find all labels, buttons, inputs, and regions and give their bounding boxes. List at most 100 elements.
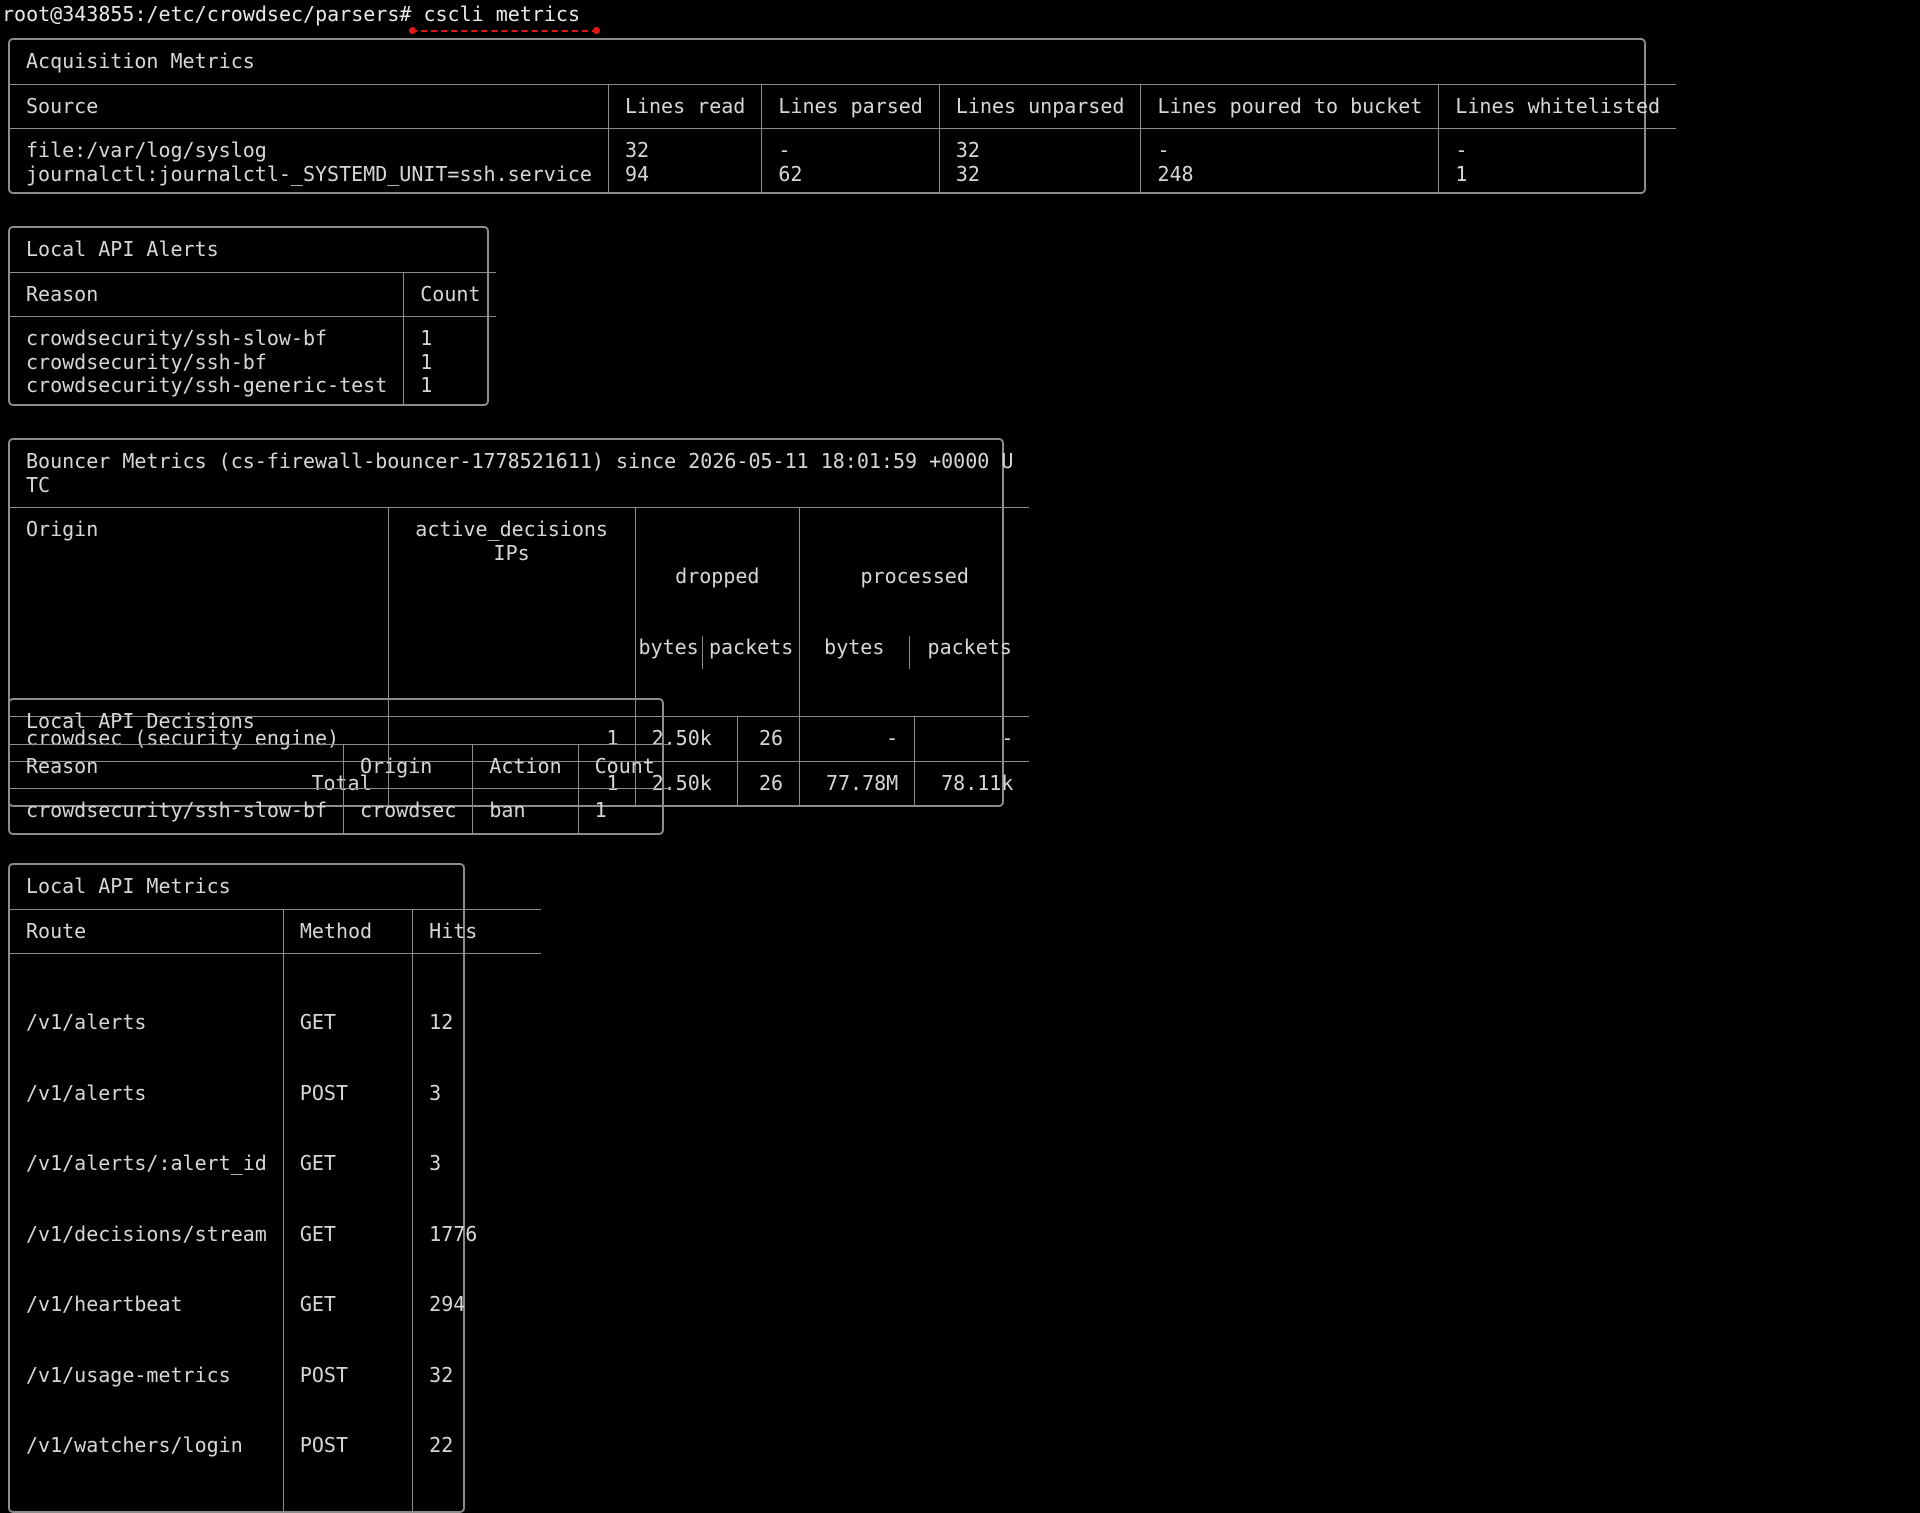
reason-value: crowdsecurity/ssh-slow-bf xyxy=(26,326,328,350)
cell-processed-bytes: - xyxy=(799,716,916,762)
col-header: Reason xyxy=(10,743,345,789)
col-header: Lines whitelisted xyxy=(1438,83,1677,129)
bouncer-title: Bouncer Metrics (cs-firewall-bouncer-177… xyxy=(10,440,1030,508)
route-value: /v1/alerts/:alert_id xyxy=(26,1151,267,1175)
cell-processed-packets: - xyxy=(914,716,1030,762)
reason-value: crowdsecurity/ssh-generic-test xyxy=(26,373,388,397)
hits-value: 12 xyxy=(429,1010,454,1034)
terminal-prompt-line: root@343855:/etc/crowdsec/parsers# cscli… xyxy=(2,2,600,34)
ips-label: IPs xyxy=(493,540,530,565)
lines-unparsed-value: 32 xyxy=(955,138,980,162)
cell-lines-read: 32 94 xyxy=(607,128,763,192)
acquisition-metrics-table: Acquisition Metrics Source Lines read Li… xyxy=(8,38,1677,194)
red-underline-annotation xyxy=(409,27,600,34)
hits-value: 3 xyxy=(429,1151,442,1175)
method-value: GET xyxy=(299,1292,336,1316)
col-header-processed: processed bytes packets xyxy=(799,507,1030,717)
col-header: Lines poured to bucket xyxy=(1140,83,1440,129)
lines-read-value: 94 xyxy=(624,161,650,186)
prompt-text: root@343855:/etc/crowdsec/parsers# xyxy=(2,2,412,26)
col-header-origin: Origin xyxy=(10,507,389,717)
route-value: /v1/decisions/stream xyxy=(26,1221,267,1246)
hits-value: 22 xyxy=(429,1433,454,1457)
col-header: Count xyxy=(403,271,497,317)
cell-dropped-packets: 26 xyxy=(736,716,801,762)
col-header: Action xyxy=(472,743,579,789)
route-value: /v1/alerts xyxy=(26,1010,147,1034)
col-header-active-decisions: active_decisions IPs xyxy=(387,507,636,717)
col-header-dropped: dropped bytes packets xyxy=(634,507,801,717)
cell-origin: crowdsec xyxy=(343,788,474,833)
cell-reason: crowdsecurity/ssh-slow-bf xyxy=(10,788,345,833)
hits-value: 294 xyxy=(429,1292,466,1316)
lines-whitelisted-value: - xyxy=(1455,138,1468,162)
method-value: GET xyxy=(299,1151,336,1175)
count-value: 1 xyxy=(420,326,433,350)
route-value: /v1/alerts xyxy=(26,1080,147,1105)
decisions-title: Local API Decisions xyxy=(10,700,671,745)
lines-whitelisted-value: 1 xyxy=(1455,161,1468,186)
active-decisions-label: active_decisions xyxy=(415,517,608,541)
dropped-bytes-label: bytes xyxy=(638,634,699,659)
count-value: 1 xyxy=(420,373,433,397)
cell-source: file:/var/log/syslog journalctl:journalct… xyxy=(10,128,609,192)
route-value: /v1/watchers/login xyxy=(26,1433,243,1457)
dropped-label: dropped xyxy=(675,564,760,588)
bouncer-title-line: Bouncer Metrics (cs-firewall-bouncer-177… xyxy=(26,449,1014,473)
lines-poured-value: 248 xyxy=(1157,161,1194,186)
hits-value: 3 xyxy=(429,1080,442,1105)
method-value: POST xyxy=(299,1362,348,1387)
local-api-alerts-table: Local API Alerts Reason Count crowdsecur… xyxy=(8,226,497,406)
processed-packets-label: packets xyxy=(927,634,1012,659)
cell-route: /v1/alerts /v1/alerts /v1/alerts/:alert_… xyxy=(10,953,284,1511)
cell-processed-packets: 78.11k xyxy=(914,760,1030,805)
col-header: Route xyxy=(10,908,284,954)
lines-parsed-value: 62 xyxy=(778,161,803,186)
cell-reason: crowdsecurity/ssh-slow-bf crowdsecurity/s… xyxy=(10,316,405,404)
route-value: /v1/usage-metrics xyxy=(26,1362,231,1387)
col-header: Hits xyxy=(412,908,542,954)
method-value: POST xyxy=(299,1080,348,1105)
col-header: Lines parsed xyxy=(761,83,940,129)
cell-count: 1 xyxy=(577,788,671,833)
col-header: Count xyxy=(577,743,671,789)
hits-value: 32 xyxy=(429,1362,454,1387)
dropped-packets-label: packets xyxy=(708,634,794,659)
local-api-decisions-table: Local API Decisions Reason Origin Action… xyxy=(8,698,671,835)
cell-lines-poured: -248 xyxy=(1140,128,1440,192)
col-header: Method xyxy=(282,908,414,954)
reason-value: crowdsecurity/ssh-bf xyxy=(26,349,267,374)
col-header: Reason xyxy=(10,271,405,317)
col-header: Lines unparsed xyxy=(938,83,1142,129)
local-api-metrics-table: Local API Metrics Route Method Hits /v1/… xyxy=(8,863,542,1513)
cell-lines-unparsed: 32 32 xyxy=(938,128,1142,192)
processed-label: processed xyxy=(860,564,969,588)
hits-value: 1776 xyxy=(429,1221,478,1246)
cell-processed-bytes: 77.78M xyxy=(799,760,916,805)
lines-parsed-value: - xyxy=(778,138,791,162)
processed-bytes-label: bytes xyxy=(824,634,885,659)
route-value: /v1/heartbeat xyxy=(26,1292,183,1316)
lines-unparsed-value: 32 xyxy=(955,161,980,186)
alerts-title: Local API Alerts xyxy=(10,228,497,273)
cell-hits: 12 3 3 1776 294 32 22 xyxy=(412,953,542,1511)
cell-lines-parsed: -62 xyxy=(761,128,940,192)
col-header: Lines read xyxy=(607,83,763,129)
acquisition-title: Acquisition Metrics xyxy=(10,40,1677,85)
lines-poured-value: - xyxy=(1157,138,1170,162)
method-value: POST xyxy=(299,1433,348,1457)
count-value: 1 xyxy=(420,349,433,374)
cell-method: GET POST GET GET GET POST POST xyxy=(282,953,414,1511)
col-header: Origin xyxy=(343,743,474,789)
command-text[interactable]: cscli metrics xyxy=(409,2,600,34)
source-value: file:/var/log/syslog xyxy=(26,138,267,162)
cell-dropped-packets: 26 xyxy=(736,760,801,805)
cell-action: ban xyxy=(472,788,579,833)
source-value: journalctl:journalctl-_SYSTEMD_UNIT=ssh.… xyxy=(26,161,592,186)
command-label: cscli metrics xyxy=(423,2,580,26)
col-header: Source xyxy=(10,83,609,129)
lines-read-value: 32 xyxy=(624,138,650,162)
bouncer-title-line: TC xyxy=(26,472,51,497)
lapi-title: Local API Metrics xyxy=(10,865,542,910)
cell-lines-whitelisted: -1 xyxy=(1438,128,1677,192)
